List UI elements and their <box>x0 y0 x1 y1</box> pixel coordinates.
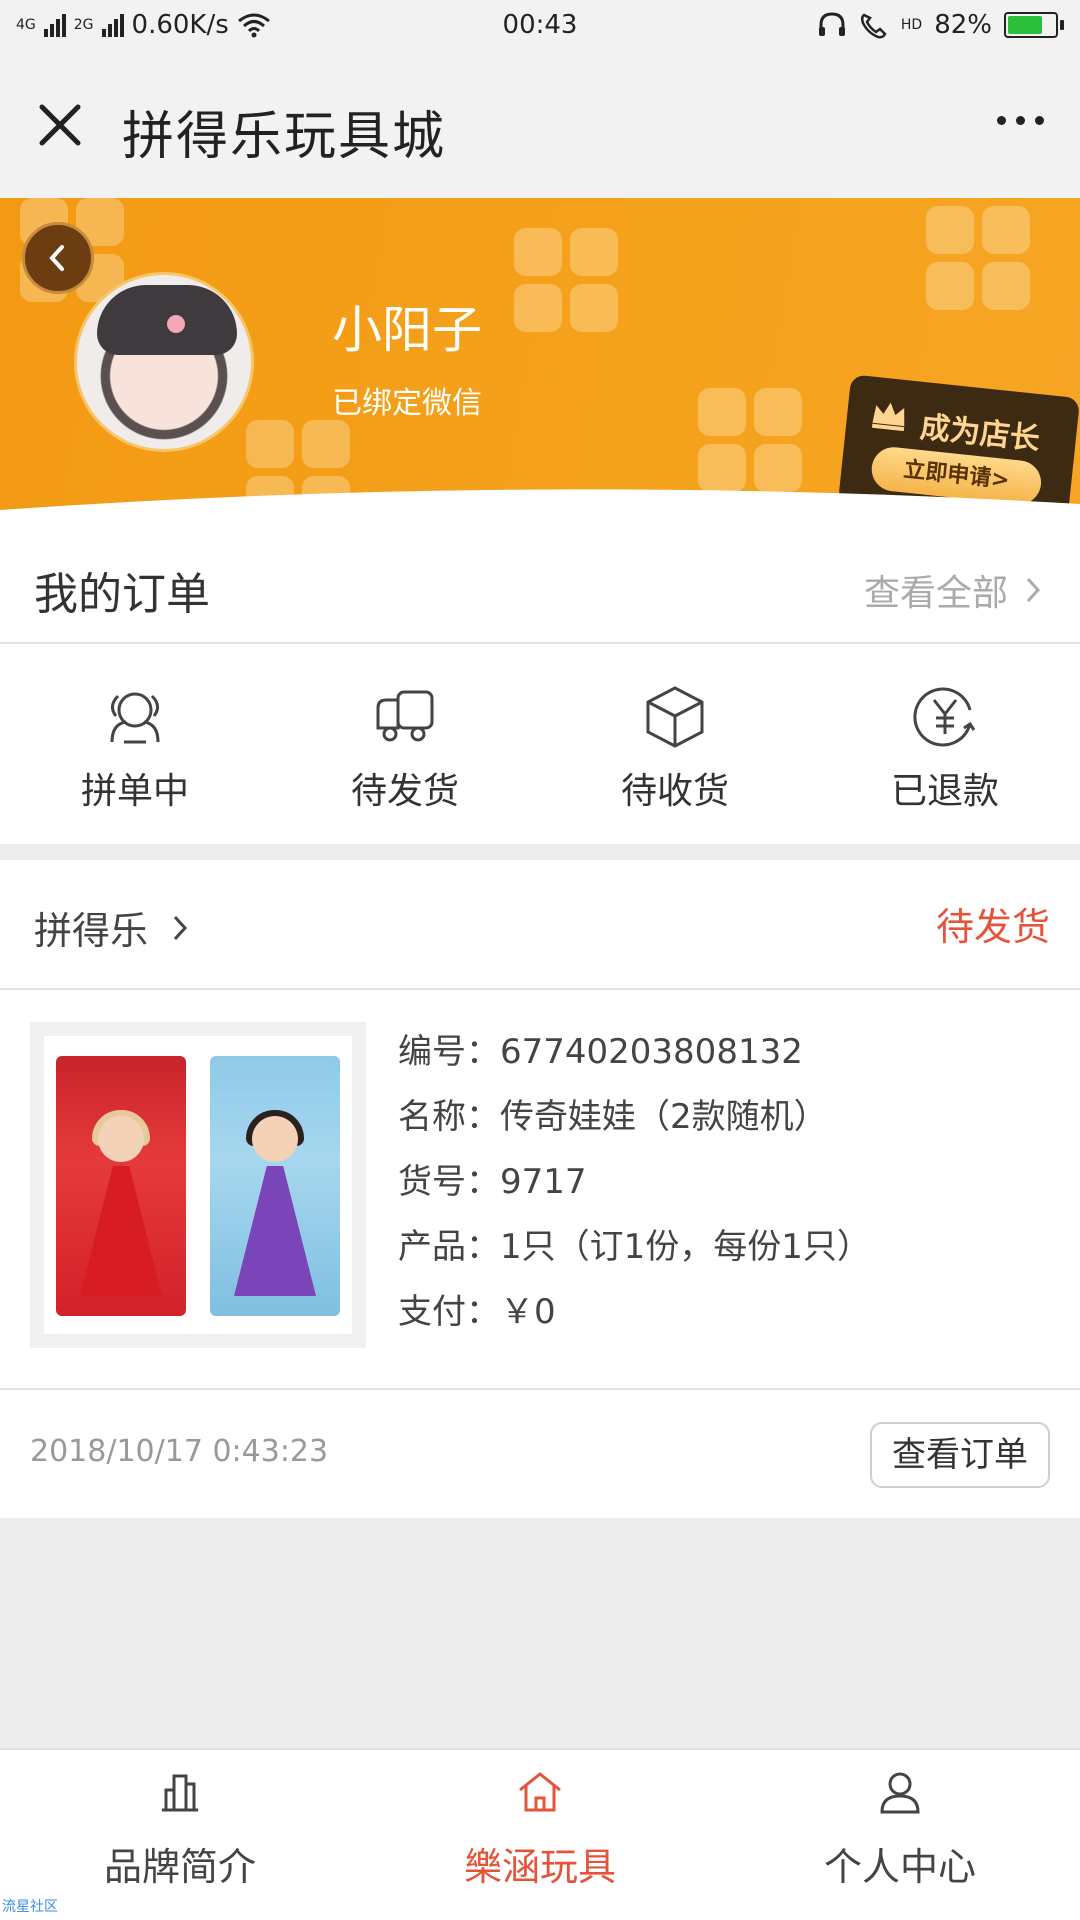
status-label: 待发货 <box>350 771 459 812</box>
hd-label: HD <box>900 17 923 33</box>
tab-home[interactable]: 樂涵玩具 <box>360 1750 720 1920</box>
payment-row: 支付：￥0 <box>398 1280 871 1345</box>
product-name-row: 名称：传奇娃娃（2款随机） <box>398 1085 871 1150</box>
order-card-body[interactable]: 编号：67740203808132 名称：传奇娃娃（2款随机） 货号：9717 … <box>0 990 1080 1390</box>
item-number: 9717 <box>500 1162 587 1202</box>
product-name: 传奇娃娃（2款随机） <box>500 1097 828 1137</box>
item-number-row: 货号：9717 <box>398 1150 871 1215</box>
status-to-ship[interactable]: 待发货 <box>270 644 540 844</box>
avatar[interactable] <box>74 272 254 452</box>
status-to-receive[interactable]: 待收货 <box>540 644 810 844</box>
doll-box-blue <box>210 1056 340 1316</box>
order-number-row: 编号：67740203808132 <box>398 1020 871 1085</box>
my-orders-title: 我的订单 <box>34 569 210 620</box>
status-label: 拼单中 <box>80 771 189 812</box>
crown-icon <box>871 402 905 432</box>
banner-wave <box>0 489 1080 520</box>
order-info-label: 货号： <box>398 1162 500 1202</box>
profile-banner: 小阳子 已绑定微信 成为店长 立即申请> <box>0 198 1080 520</box>
username: 小阳子 <box>332 301 482 359</box>
order-card-footer: 2018/10/17 0:43:23 查看订单 <box>0 1390 1080 1518</box>
order-info-label: 名称： <box>398 1097 500 1137</box>
tab-bar: 品牌简介 樂涵玩具 个人中心 流星社区 <box>0 1748 1080 1920</box>
battery-percent: 82% <box>934 10 992 40</box>
status-bar: 4G 2G 0.60K/s 00:43 HD 82% <box>0 0 1080 52</box>
status-right: HD 82% <box>817 10 1064 40</box>
order-info: 编号：67740203808132 名称：传奇娃娃（2款随机） 货号：9717 … <box>398 1020 871 1345</box>
doll-box-red <box>56 1056 186 1316</box>
chevron-right-icon <box>1026 577 1041 603</box>
tab-label: 品牌简介 <box>103 1845 256 1889</box>
wechat-bound-label: 已绑定微信 <box>332 386 482 421</box>
product-qty-row: 产品：1只（订1份，每份1只） <box>398 1215 871 1280</box>
payment-amount: ￥0 <box>500 1292 556 1332</box>
become-owner-title: 成为店长 <box>918 409 1042 458</box>
order-info-label: 支付： <box>398 1292 500 1332</box>
status-label: 已退款 <box>890 771 999 812</box>
nav-bar: 拼得乐玩具城 <box>0 52 1080 198</box>
package-icon <box>646 686 704 748</box>
tab-brand-intro[interactable]: 品牌简介 <box>0 1750 360 1920</box>
order-number: 67740203808132 <box>500 1032 803 1072</box>
view-all-link[interactable]: 查看全部 <box>864 564 1042 616</box>
order-info-label: 产品： <box>398 1227 500 1267</box>
watermark: 流星社区 <box>2 1899 58 1915</box>
phone-hd-icon <box>860 13 887 39</box>
order-card-header[interactable]: 拼得乐 待发货 <box>0 860 1080 990</box>
puzzle-decoration <box>926 206 1034 314</box>
headset-icon <box>818 12 845 36</box>
puzzle-decoration <box>698 388 806 496</box>
tab-personal-center[interactable]: 个人中心 <box>720 1750 1080 1920</box>
tab-label: 樂涵玩具 <box>463 1845 616 1889</box>
shop-link[interactable]: 拼得乐 <box>34 900 190 955</box>
building-icon <box>162 1774 198 1812</box>
close-icon[interactable] <box>30 95 90 155</box>
page: 4G 2G 0.60K/s 00:43 HD 82% 拼得乐玩具城 小阳子 已绑… <box>0 0 1080 1920</box>
battery-icon <box>1004 12 1064 38</box>
view-order-button[interactable]: 查看订单 <box>870 1422 1050 1488</box>
tab-label: 个人中心 <box>823 1845 976 1889</box>
back-button[interactable] <box>22 222 94 294</box>
more-icon[interactable] <box>997 116 1044 125</box>
order-status-badge: 待发货 <box>935 905 1050 949</box>
shop-name: 拼得乐 <box>34 909 149 953</box>
refund-yen-icon <box>913 687 976 747</box>
order-status-row: 拼单中 待发货 待收货 已退款 <box>0 644 1080 844</box>
status-grouping[interactable]: 拼单中 <box>0 644 270 844</box>
status-label: 待收货 <box>620 771 729 812</box>
chevron-right-icon <box>173 915 188 940</box>
status-refunded[interactable]: 已退款 <box>810 644 1080 844</box>
home-icon <box>519 1772 561 1812</box>
group-order-icon <box>110 692 160 744</box>
order-info-label: 编号： <box>398 1032 500 1072</box>
user-icon <box>880 1772 920 1814</box>
view-all-label: 查看全部 <box>863 573 1008 614</box>
nav-title: 拼得乐玩具城 <box>122 107 447 167</box>
chevron-left-icon <box>49 245 64 271</box>
battery-fill <box>1008 16 1043 34</box>
truck-icon <box>376 690 434 742</box>
my-orders-header[interactable]: 我的订单 查看全部 <box>0 520 1080 644</box>
puzzle-decoration <box>514 228 622 336</box>
order-time: 2018/10/17 0:43:23 <box>30 1434 329 1469</box>
product-qty: 1只（订1份，每份1只） <box>500 1227 871 1267</box>
product-image[interactable] <box>30 1022 366 1348</box>
